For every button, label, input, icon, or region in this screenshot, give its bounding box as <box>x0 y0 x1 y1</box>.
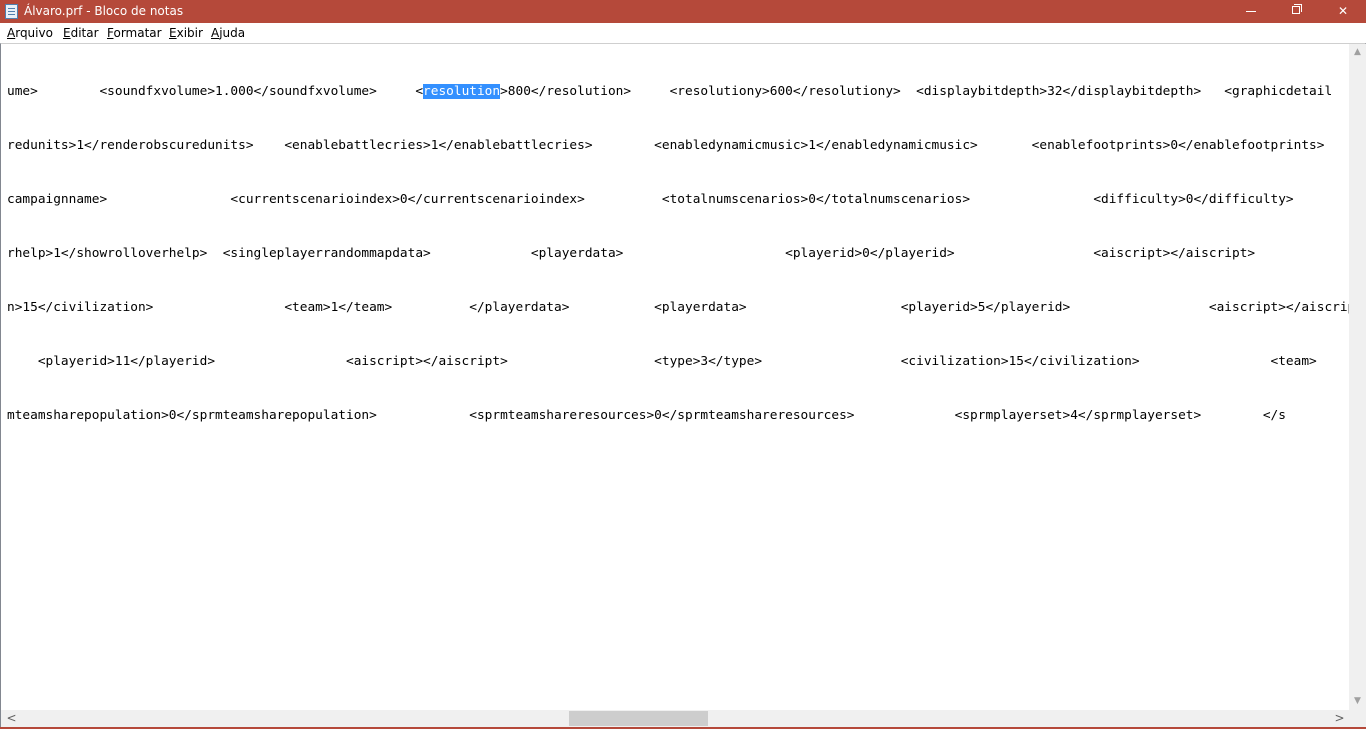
menu-editar-label: ditar <box>70 26 99 40</box>
menu-exibir[interactable]: Exibir <box>169 24 203 43</box>
notepad-icon[interactable] <box>5 4 18 19</box>
menu-arquivo-label: rquivo <box>15 26 53 40</box>
text-line[interactable]: mteamsharepopulation>0</sprmteamsharepop… <box>7 407 1349 425</box>
chevron-up-icon: ▲ <box>1354 47 1361 57</box>
menu-ajuda-label: juda <box>219 26 246 40</box>
menu-exibir-mnemonic: E <box>169 26 177 40</box>
menu-editar-mnemonic: E <box>63 26 71 40</box>
chevron-left-icon: < <box>6 711 17 725</box>
minimize-icon <box>1246 11 1256 12</box>
text-line[interactable]: redunits>1</renderobscuredunits> <enable… <box>7 137 1349 155</box>
text-editor[interactable]: ume> <soundfxvolume>1.000</soundfxvolume… <box>0 43 1366 710</box>
chevron-right-icon: > <box>1334 711 1345 725</box>
menu-ajuda[interactable]: Ajuda <box>211 24 245 43</box>
menu-bar: Arquivo Editar Formatar Exibir Ajuda <box>0 23 1366 43</box>
scroll-down-button[interactable]: ▼ <box>1349 693 1366 710</box>
title-bar[interactable]: Álvaro.prf - Bloco de notas ✕ <box>0 0 1366 23</box>
menu-exibir-label: xibir <box>176 26 203 40</box>
chevron-down-icon: ▼ <box>1354 696 1361 706</box>
horizontal-scroll-thumb[interactable] <box>569 711 708 726</box>
horizontal-scrollbar[interactable]: < > <box>0 710 1349 727</box>
text-line[interactable]: rhelp>1</showrolloverhelp> <singleplayer… <box>7 245 1349 263</box>
text-line[interactable]: <playerid>11</playerid> <aiscript></aisc… <box>7 353 1349 371</box>
text-line[interactable]: n>15</civilization> <team>1</team> </pla… <box>7 299 1349 317</box>
text-segment: ume> <soundfxvolume>1.000</soundfxvolume… <box>7 84 424 99</box>
menu-arquivo[interactable]: Arquivo <box>7 24 53 43</box>
scroll-up-button[interactable]: ▲ <box>1349 44 1366 61</box>
text-segment: >800</resolution> <resolutiony>600</reso… <box>500 84 1333 99</box>
scroll-left-button[interactable]: < <box>3 710 20 727</box>
minimize-button[interactable] <box>1228 0 1274 23</box>
window-title: Álvaro.prf - Bloco de notas <box>24 4 184 18</box>
close-icon: ✕ <box>1337 4 1349 18</box>
scrollbar-corner <box>1349 710 1366 727</box>
vertical-scrollbar[interactable]: ▲ ▼ <box>1349 44 1366 710</box>
selected-text[interactable]: resolution <box>423 84 501 99</box>
text-line[interactable]: campaignname> <currentscenarioindex>0</c… <box>7 191 1349 209</box>
menu-formatar-label: ormatar <box>113 26 162 40</box>
close-button[interactable]: ✕ <box>1320 0 1366 23</box>
text-content[interactable]: ume> <soundfxvolume>1.000</soundfxvolume… <box>7 47 1349 707</box>
menu-formatar[interactable]: Formatar <box>107 24 162 43</box>
restore-button[interactable] <box>1274 0 1320 23</box>
restore-icon <box>1292 6 1300 14</box>
menu-arquivo-mnemonic: A <box>7 26 16 40</box>
scroll-right-button[interactable]: > <box>1331 710 1348 727</box>
menu-editar[interactable]: Editar <box>63 24 99 43</box>
menu-ajuda-mnemonic: A <box>211 26 220 40</box>
text-line[interactable]: ume> <soundfxvolume>1.000</soundfxvolume… <box>7 83 1349 101</box>
